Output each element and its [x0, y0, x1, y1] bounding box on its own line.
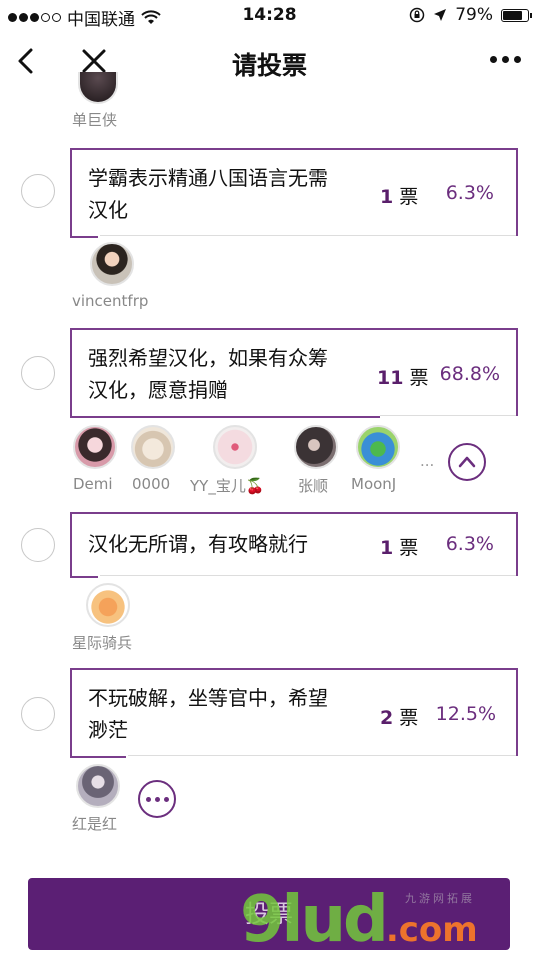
voter-name: Demi [73, 475, 113, 493]
vote-count: 1 票 [380, 537, 419, 559]
option-card[interactable]: 不玩破解，坐等官中，希望 渺茫 2 票 12.5% [70, 668, 518, 758]
status-bar: 中国联通 14:28 79% [0, 0, 539, 32]
watermark-text: 九游网拓展 [405, 892, 475, 905]
location-icon [434, 9, 447, 21]
avatar [131, 425, 175, 469]
option-text: 不玩破解，坐等官中，希望 渺茫 [88, 686, 328, 742]
vote-progress-bar [70, 236, 98, 238]
option-text: 汉化无所谓，有攻略就行 [88, 532, 308, 556]
option-radio[interactable] [21, 697, 55, 731]
avatar [294, 425, 338, 469]
vote-percent: 6.3% [445, 182, 494, 204]
battery-icon [501, 8, 532, 22]
avatar [90, 242, 134, 286]
vote-percent: 12.5% [435, 703, 496, 725]
status-right: 79% [409, 5, 532, 25]
voter-name: 单巨侠 [72, 111, 118, 129]
voter-name: 红是红 [72, 815, 118, 833]
more-voters-ellipsis: ... [420, 452, 435, 470]
voter-name: MoonJ [351, 475, 397, 493]
voter-name: 星际骑兵 [72, 634, 133, 652]
avatar [356, 425, 400, 469]
vote-count: 2 票 [380, 707, 419, 729]
vote-percent: 6.3% [445, 533, 494, 555]
option-card[interactable]: 汉化无所谓，有攻略就行 1 票 6.3% [70, 512, 518, 578]
vote-progress-bar [70, 416, 380, 418]
option-radio[interactable] [21, 356, 55, 390]
voter-name: 0000 [132, 475, 171, 493]
option-card[interactable]: 学霸表示精通八国语言无需 汉化 1 票 6.3% [70, 148, 518, 238]
avatar [76, 764, 120, 808]
option-text: 学霸表示精通八国语言无需 汉化 [88, 166, 328, 222]
vote-progress-bar [70, 756, 126, 758]
vote-count: 1 票 [380, 186, 419, 208]
option-text: 强烈希望汉化，如果有众筹 汉化，愿意捐赠 [88, 346, 328, 402]
option-radio[interactable] [21, 174, 55, 208]
voter-name: vincentfrp [72, 292, 149, 310]
vote-progress-bar [70, 576, 98, 578]
avatar [213, 425, 257, 469]
battery-percent: 79% [455, 5, 493, 25]
rotation-lock-icon [409, 7, 425, 23]
avatar [86, 583, 130, 627]
more-menu-icon[interactable] [490, 56, 521, 63]
collapse-voters-button[interactable] [448, 443, 486, 481]
voter-name: YY_宝儿🍒 [190, 477, 265, 495]
avatar [78, 72, 118, 104]
option-radio[interactable] [21, 528, 55, 562]
vote-percent: 68.8% [439, 363, 500, 385]
more-voters-button[interactable] [138, 780, 176, 818]
chevron-up-icon [458, 456, 476, 468]
avatar [73, 425, 117, 469]
voter-name: 张顺 [298, 477, 329, 495]
vote-count: 11 票 [377, 367, 429, 389]
option-card[interactable]: 强烈希望汉化，如果有众筹 汉化，愿意捐赠 11 票 68.8% [70, 328, 518, 418]
